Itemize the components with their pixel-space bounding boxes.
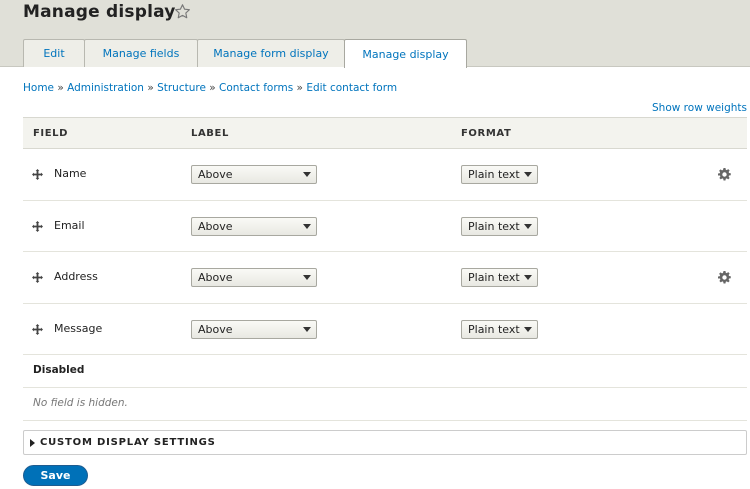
- label-select[interactable]: Above: [191, 268, 317, 287]
- disabled-title: Disabled: [33, 364, 85, 376]
- breadcrumb-contact-forms[interactable]: Contact forms: [219, 82, 293, 94]
- chevron-down-icon: [524, 223, 532, 229]
- format-select-value: Plain text: [468, 322, 520, 336]
- breadcrumb-edit-contact-form[interactable]: Edit contact form: [306, 82, 397, 94]
- tab-edit[interactable]: Edit: [23, 39, 85, 67]
- breadcrumb-separator: »: [209, 82, 220, 94]
- chevron-down-icon: [524, 326, 532, 332]
- chevron-down-icon: [303, 275, 311, 280]
- disabled-section-header: Disabled: [23, 355, 747, 388]
- label-select[interactable]: Above: [191, 165, 317, 184]
- show-row-weights-link[interactable]: Show row weights: [652, 102, 747, 114]
- column-header-format: FORMAT: [461, 128, 512, 139]
- drag-handle-icon[interactable]: [32, 220, 43, 232]
- tab-manage-display[interactable]: Manage display: [344, 39, 467, 68]
- format-select[interactable]: Plain text: [461, 268, 538, 287]
- tabs: Edit Manage fields Manage form display M…: [23, 39, 467, 68]
- label-select-value: Above: [198, 322, 233, 336]
- hidden-fields-row: No field is hidden.: [23, 388, 747, 421]
- column-header-field: FIELD: [33, 128, 69, 139]
- no-hidden-fields-message: No field is hidden.: [33, 397, 128, 409]
- table-row: Email Above Plain text: [23, 201, 747, 252]
- breadcrumb-home[interactable]: Home: [23, 82, 54, 94]
- format-select-value: Plain text: [468, 271, 520, 284]
- table-row: Message Above Plain text: [23, 304, 747, 355]
- label-select-value: Above: [198, 219, 233, 233]
- chevron-down-icon: [303, 172, 311, 177]
- field-name: Email: [54, 218, 85, 232]
- page-header: Manage display Edit Manage fields Manage…: [0, 0, 750, 68]
- breadcrumb-administration[interactable]: Administration: [67, 82, 144, 94]
- page-title: Manage display: [23, 2, 176, 22]
- chevron-down-icon: [303, 223, 311, 229]
- custom-display-settings-title: CUSTOM DISPLAY SETTINGS: [40, 437, 216, 448]
- drag-handle-icon[interactable]: [32, 272, 43, 283]
- chevron-down-icon: [524, 275, 532, 280]
- label-select[interactable]: Above: [191, 319, 317, 339]
- tab-manage-form-display[interactable]: Manage form display: [197, 39, 345, 67]
- drag-handle-icon[interactable]: [32, 323, 43, 335]
- label-select-value: Above: [198, 271, 233, 284]
- field-name: Name: [54, 167, 87, 180]
- save-button[interactable]: Save: [23, 465, 88, 486]
- gear-icon[interactable]: [718, 271, 731, 284]
- table-row: Address Above Plain text: [23, 252, 747, 304]
- gear-icon[interactable]: [718, 168, 731, 181]
- table-header: FIELD LABEL FORMAT: [23, 117, 747, 149]
- format-select-value: Plain text: [468, 219, 520, 233]
- format-select[interactable]: Plain text: [461, 319, 538, 339]
- chevron-down-icon: [524, 172, 532, 177]
- fields-table: FIELD LABEL FORMAT Name Above Plain text…: [23, 117, 747, 421]
- table-row: Name Above Plain text: [23, 149, 747, 201]
- breadcrumb-structure[interactable]: Structure: [157, 82, 206, 94]
- breadcrumb-separator: »: [57, 82, 68, 94]
- label-select[interactable]: Above: [191, 216, 317, 236]
- breadcrumb-separator: »: [296, 82, 307, 94]
- breadcrumb: Home » Administration » Structure » Cont…: [23, 82, 397, 94]
- field-name: Address: [54, 270, 98, 283]
- custom-display-settings-details[interactable]: CUSTOM DISPLAY SETTINGS: [23, 430, 747, 455]
- format-select[interactable]: Plain text: [461, 165, 538, 184]
- label-select-value: Above: [198, 168, 233, 181]
- chevron-down-icon: [303, 326, 311, 332]
- column-header-label: LABEL: [191, 128, 229, 139]
- format-select[interactable]: Plain text: [461, 216, 538, 236]
- field-name: Message: [54, 321, 103, 335]
- breadcrumb-separator: »: [147, 82, 158, 94]
- star-outline-icon[interactable]: [174, 3, 191, 20]
- triangle-right-icon: [30, 439, 35, 447]
- tab-manage-fields[interactable]: Manage fields: [84, 39, 198, 67]
- drag-handle-icon[interactable]: [32, 169, 43, 180]
- format-select-value: Plain text: [468, 168, 520, 181]
